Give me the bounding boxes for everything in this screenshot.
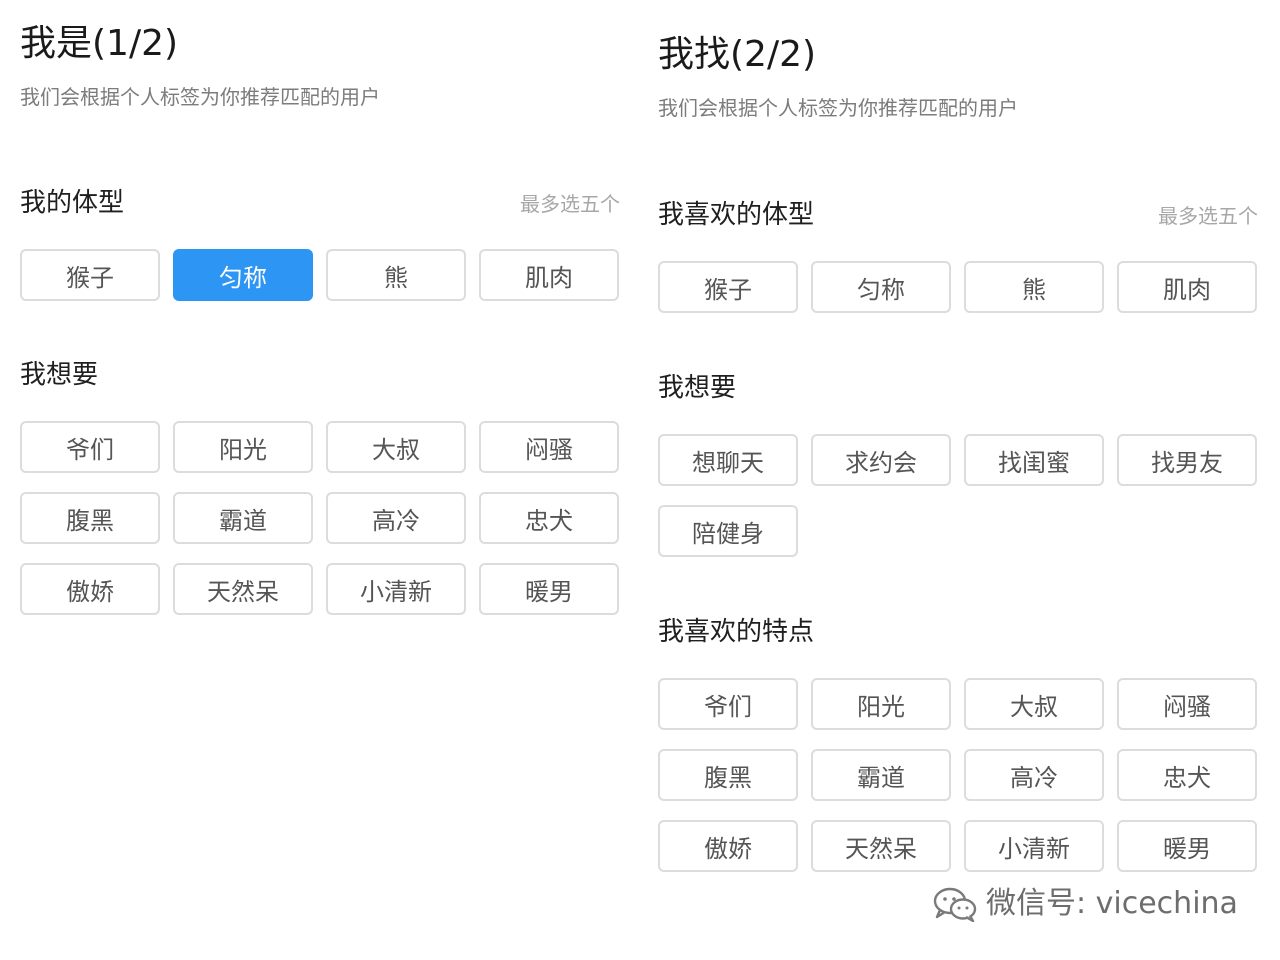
option-chip[interactable]: 爷们	[658, 678, 798, 730]
wechat-icon	[933, 887, 977, 922]
option-chip[interactable]: 猴子	[20, 249, 160, 301]
section-title: 我想要	[20, 360, 99, 390]
page-title: 我是(1/2)	[20, 23, 179, 64]
option-chip[interactable]: 高冷	[326, 492, 466, 544]
section-traits: 我喜欢的特点	[658, 619, 1258, 653]
section-hint: 最多选五个	[520, 192, 620, 216]
option-chip[interactable]: 想聊天	[658, 434, 798, 486]
option-chip[interactable]: 找男友	[1117, 434, 1257, 486]
option-chip[interactable]: 爷们	[20, 421, 160, 473]
page-title: 我找(2/2)	[658, 34, 817, 75]
section-title: 我想要	[658, 373, 737, 403]
watermark: 微信号: vicechina	[932, 884, 1238, 924]
option-chip[interactable]: 天然呆	[173, 563, 313, 615]
option-chip[interactable]: 忠犬	[479, 492, 619, 544]
option-chip[interactable]: 小清新	[964, 820, 1104, 872]
option-chip[interactable]: 霸道	[173, 492, 313, 544]
option-chip[interactable]: 腹黑	[658, 749, 798, 801]
section-title: 我喜欢的特点	[658, 617, 815, 647]
option-chip[interactable]: 找闺蜜	[964, 434, 1104, 486]
section-body-type: 我的体型 最多选五个	[20, 190, 620, 224]
option-chip[interactable]: 大叔	[326, 421, 466, 473]
option-chip[interactable]: 高冷	[964, 749, 1104, 801]
section-want: 我想要	[658, 375, 1258, 409]
option-chip[interactable]: 陪健身	[658, 505, 798, 557]
option-chip[interactable]: 霸道	[811, 749, 951, 801]
option-chip[interactable]: 天然呆	[811, 820, 951, 872]
option-chip[interactable]: 匀称	[811, 261, 951, 313]
section-want: 我想要	[20, 362, 620, 396]
option-chip[interactable]: 匀称	[173, 249, 313, 301]
option-chip[interactable]: 闷骚	[479, 421, 619, 473]
option-chip[interactable]: 熊	[964, 261, 1104, 313]
option-chip[interactable]: 肌肉	[479, 249, 619, 301]
option-chip[interactable]: 傲娇	[20, 563, 160, 615]
option-chip[interactable]: 大叔	[964, 678, 1104, 730]
page-subtitle: 我们会根据个人标签为你推荐匹配的用户	[20, 85, 380, 109]
page-subtitle: 我们会根据个人标签为你推荐匹配的用户	[658, 96, 1018, 120]
option-chip[interactable]: 闷骚	[1117, 678, 1257, 730]
option-chip[interactable]: 忠犬	[1117, 749, 1257, 801]
option-chip[interactable]: 小清新	[326, 563, 466, 615]
option-chip[interactable]: 熊	[326, 249, 466, 301]
option-chip[interactable]: 傲娇	[658, 820, 798, 872]
section-body-type: 我喜欢的体型 最多选五个	[658, 202, 1258, 236]
section-hint: 最多选五个	[1158, 204, 1258, 228]
option-chip[interactable]: 暖男	[479, 563, 619, 615]
section-title: 我喜欢的体型	[658, 200, 815, 230]
option-chip[interactable]: 腹黑	[20, 492, 160, 544]
option-chip[interactable]: 猴子	[658, 261, 798, 313]
option-chip[interactable]: 阳光	[173, 421, 313, 473]
option-chip[interactable]: 求约会	[811, 434, 951, 486]
watermark-text: 微信号: vicechina	[986, 886, 1238, 921]
option-chip[interactable]: 暖男	[1117, 820, 1257, 872]
option-chip[interactable]: 阳光	[811, 678, 951, 730]
option-chip[interactable]: 肌肉	[1117, 261, 1257, 313]
section-title: 我的体型	[20, 188, 125, 218]
